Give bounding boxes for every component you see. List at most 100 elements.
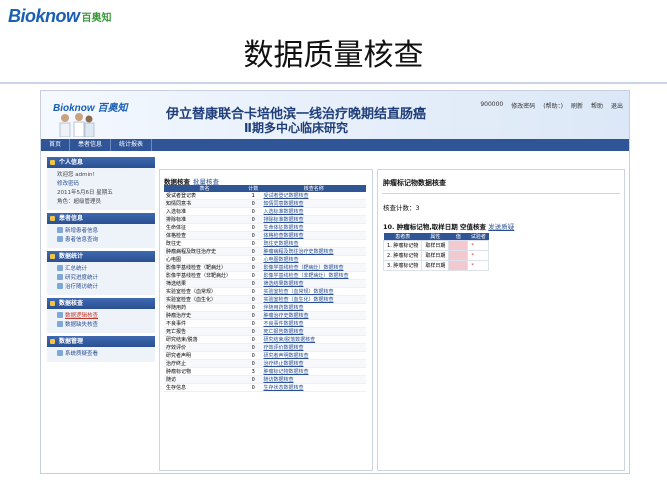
- check-name-link[interactable]: 影像学基线检查（非靶病灶）数据核查: [261, 271, 366, 280]
- table-row: 心电图 0 心电图数据核查: [164, 255, 366, 264]
- sidebar-item-followup-stats[interactable]: 治疗随访统计: [57, 283, 155, 292]
- top-link-help-hint[interactable]: (帮助：): [543, 101, 563, 110]
- patient-cell[interactable]: 2. 肿瘤标记物: [382, 250, 423, 261]
- check-name-link[interactable]: 实验室检查（血生化）数据核查: [261, 295, 366, 304]
- tester-cell: *: [467, 240, 490, 251]
- check-name-link[interactable]: 排除标准数据核查: [261, 215, 366, 224]
- sidebar-section-header[interactable]: 个人信息: [47, 157, 155, 168]
- check-name-link[interactable]: 入选标准数据核查: [261, 207, 366, 216]
- sidebar-item-logic-check[interactable]: 数据逻辑核查: [57, 312, 155, 321]
- table-row: 实验室检查（血生化） 0 实验室检查（血生化）数据核查: [164, 295, 366, 304]
- sidebar-item-search-patient[interactable]: 患者信息查询: [57, 236, 155, 245]
- count-cell: 0: [245, 255, 262, 264]
- check-name-link[interactable]: 筛选结果数据核查: [261, 279, 366, 288]
- patient-cell[interactable]: 3. 肿瘤标记物: [382, 260, 423, 271]
- top-link-help[interactable]: 帮助: [591, 101, 603, 110]
- sidebar-section-personal: 个人信息 欢迎您 admin! 修改密码 2011年5月6日 星期五 角色：超级…: [47, 157, 155, 210]
- count-cell: 0: [245, 303, 262, 312]
- check-name-link[interactable]: 体格检查数据核查: [261, 231, 366, 240]
- send-query-link[interactable]: 发送质疑: [488, 223, 514, 231]
- count-cell: 0: [245, 351, 262, 360]
- check-name-link[interactable]: 死亡报告数据核查: [261, 327, 366, 336]
- check-name-link[interactable]: 知情同意数据核查: [261, 199, 366, 208]
- table-name-cell: 随访: [164, 375, 246, 384]
- table-row: 随访 0 随访数据核查: [164, 375, 366, 384]
- search-icon: [57, 236, 63, 242]
- check-name-link[interactable]: 肿瘤病程及既往治疗史数据核查: [261, 247, 366, 256]
- sidebar-item-change-password[interactable]: 修改密码: [57, 180, 155, 189]
- table-row: 肿瘤标记物 3 肿瘤标记物数据核查: [164, 367, 366, 376]
- sidebar-item-query-view[interactable]: 系统质疑查看: [57, 350, 155, 359]
- table-row: 研究结束/脱落 0 研究结束/脱落数据核查: [164, 335, 366, 344]
- detail-table: 患者表 属性 值 试验者 1. 肿瘤标记物 取样日期 * 2. 肿瘤标记物 取样日期 * 3…: [382, 233, 490, 271]
- table-name-cell: 影像学基线检查（非靶病灶）: [164, 271, 246, 280]
- top-link-refresh[interactable]: 刷新: [571, 101, 583, 110]
- check-name-link[interactable]: 既往史数据核查: [261, 239, 366, 248]
- check-name-link[interactable]: 影像学基线检查（靶病灶）数据核查: [261, 263, 366, 272]
- count-cell: 0: [245, 207, 262, 216]
- sidebar-item-progress-stats[interactable]: 研究进度统计: [57, 274, 155, 283]
- count-cell: 0: [245, 375, 262, 384]
- check-name-link[interactable]: 肿瘤治疗史数据核查: [261, 311, 366, 320]
- table-row: 影像学基线检查（非靶病灶） 0 影像学基线检查（非靶病灶）数据核查: [164, 271, 366, 280]
- check-name-link[interactable]: 生存状态数据核查: [261, 383, 366, 392]
- patient-cell[interactable]: 1. 肿瘤标记物: [382, 240, 423, 251]
- folder-icon: [50, 216, 55, 221]
- sidebar-item-add-patient[interactable]: 新增患者信息: [57, 227, 155, 236]
- slide-title: 数据质量核查: [243, 38, 424, 73]
- table-name-cell: 既往史: [164, 239, 246, 248]
- top-link-user-id[interactable]: 900000: [480, 101, 503, 110]
- count-cell: 1: [245, 192, 262, 200]
- value-cell: [448, 250, 469, 261]
- check-name-link[interactable]: 伴随用药数据核查: [261, 303, 366, 312]
- table-row: 肿瘤治疗史 0 肿瘤治疗史数据核查: [164, 311, 366, 320]
- check-name-link[interactable]: 研究结束/脱落数据核查: [261, 335, 366, 344]
- table-name-cell: 疗效评价: [164, 343, 246, 352]
- check-name-link[interactable]: 疗效评价数据核查: [261, 343, 366, 352]
- count-cell: 0: [245, 335, 262, 344]
- data-check-table: 表名 计数 核查名称 受试者登记表 1 受试者登记数据核查 知情同意书 0 知情同意数据核…: [164, 185, 366, 392]
- check-name-link[interactable]: 随访数据核查: [261, 375, 366, 384]
- value-cell: [448, 260, 469, 271]
- column-header: 表名: [164, 185, 246, 192]
- check-name-link[interactable]: 实验室检查（血常规）数据核查: [261, 287, 366, 296]
- attribute-cell: 取样日期: [421, 240, 450, 251]
- table-name-cell: 筛选结果: [164, 279, 246, 288]
- check-name-link[interactable]: 治疗终止数据核查: [261, 359, 366, 368]
- table-name-cell: 不良事件: [164, 319, 246, 328]
- table-name-cell: 排除标准: [164, 215, 246, 224]
- tab-home[interactable]: 首页: [41, 139, 71, 151]
- sidebar-item-missing-check[interactable]: 数据缺失核查: [57, 321, 155, 330]
- table-row: 肿瘤病程及既往治疗史 0 肿瘤病程及既往治疗史数据核查: [164, 247, 366, 256]
- tab-patient-info[interactable]: 患者信息: [70, 139, 112, 151]
- tab-reports[interactable]: 统计报表: [111, 139, 153, 151]
- table-name-cell: 研究者声明: [164, 351, 246, 360]
- sidebar-section-header[interactable]: 数据管理: [47, 336, 155, 347]
- check-name-link[interactable]: 生命体征数据核查: [261, 223, 366, 232]
- top-link-logout[interactable]: 退出: [611, 101, 623, 110]
- count-cell: 0: [245, 319, 262, 328]
- sidebar-section-patient: 患者信息 新增患者信息 患者信息查询: [47, 213, 155, 248]
- sidebar-item-summary-stats[interactable]: 汇总统计: [57, 265, 155, 274]
- table-row: 伴随用药 0 伴随用药数据核查: [164, 303, 366, 312]
- table-row: 体格检查 0 体格检查数据核查: [164, 231, 366, 240]
- check-name-link[interactable]: 研究者声明数据核查: [261, 351, 366, 360]
- table-row: 2. 肿瘤标记物 取样日期 *: [382, 250, 490, 261]
- column-header: 患者表: [383, 233, 422, 241]
- check-name-link[interactable]: 不良事件数据核查: [261, 319, 366, 328]
- count-cell: 0: [245, 327, 262, 336]
- table-row: 受试者登记表 1 受试者登记数据核查: [164, 192, 366, 200]
- top-link-change-password[interactable]: 修改密码: [511, 101, 535, 110]
- check-name-link[interactable]: 心电图数据核查: [261, 255, 366, 264]
- column-header: 值: [448, 233, 468, 241]
- count-cell: 0: [245, 263, 262, 272]
- sidebar-section-header[interactable]: 数据核查: [47, 298, 155, 309]
- sidebar-section-header[interactable]: 数据统计: [47, 251, 155, 262]
- check-count: 核查计数：3: [383, 204, 420, 212]
- check-name-link[interactable]: 肿瘤标记物数据核查: [261, 367, 366, 376]
- app-window: Bioknow 百奥知 伊立替康联合卡培他滨一线治疗晚期结直肠癌 Ⅱ期多中心临床…: [40, 90, 630, 474]
- tester-cell: *: [467, 250, 490, 261]
- sidebar-section-header[interactable]: 患者信息: [47, 213, 155, 224]
- check-name-link[interactable]: 受试者登记数据核查: [261, 192, 366, 200]
- table-name-cell: 生命体征: [164, 223, 246, 232]
